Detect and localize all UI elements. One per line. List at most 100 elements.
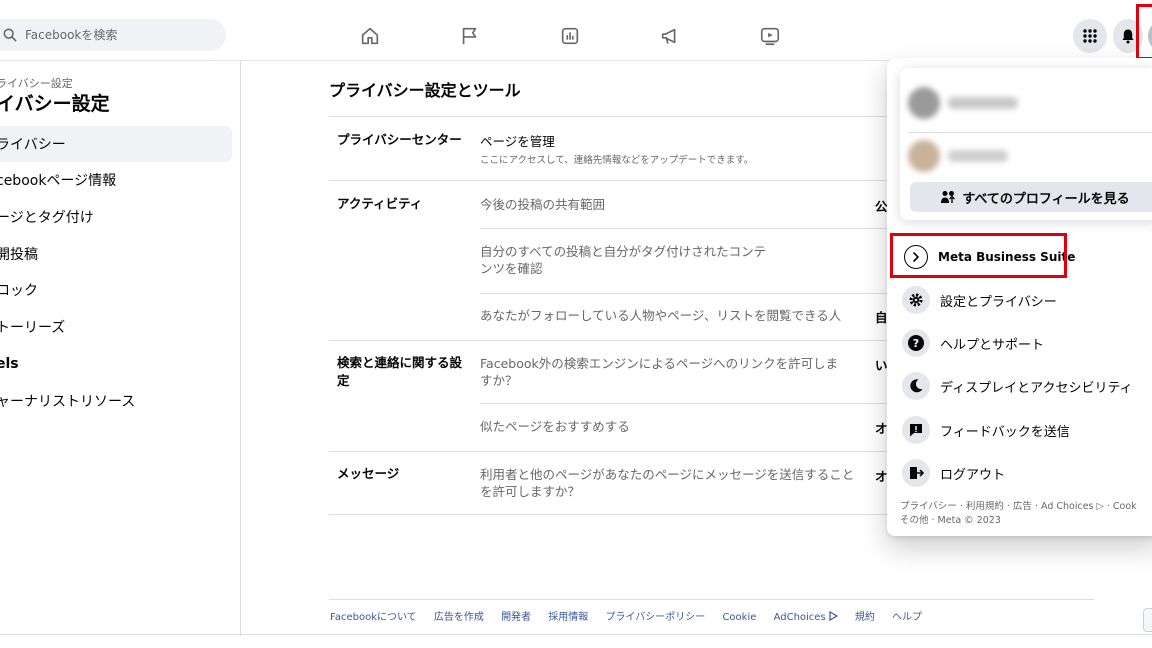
- sidebar-item-reels[interactable]: els: [0, 346, 232, 382]
- profile-name-blurred: [948, 97, 1018, 109]
- menu-grid-icon[interactable]: [1073, 19, 1107, 53]
- divider: [329, 599, 1094, 600]
- sidebar-item-label: トーリーズ: [0, 320, 66, 336]
- profile-switcher-card: すべてのプロフィールを見る: [900, 68, 1152, 220]
- divider: [480, 293, 889, 294]
- footer-link-privacy-policy[interactable]: プライバシーポリシー: [605, 612, 705, 623]
- see-all-profiles-button[interactable]: すべてのプロフィールを見る: [910, 182, 1152, 212]
- section-label-messages: メッセージ: [337, 466, 400, 481]
- sidebar-item-label: ライバシー: [0, 137, 66, 153]
- sidebar-item-label: ャーナリストリソース: [0, 394, 136, 410]
- footer-link-about[interactable]: Facebookについて: [330, 612, 417, 623]
- video-icon[interactable]: [758, 24, 782, 48]
- menu-item-send-feedback[interactable]: フィードバックを送信: [902, 412, 1152, 448]
- profile-avatar: [908, 140, 940, 172]
- megaphone-icon[interactable]: [658, 24, 682, 48]
- setting-row-suggest-pages[interactable]: 似たページをおすすめする: [480, 418, 860, 435]
- setting-row-following-visibility[interactable]: あなたがフォローしている人物やページ、リストを閲覧できる人: [480, 307, 860, 324]
- menu-item-logout[interactable]: ログアウト: [902, 455, 1152, 491]
- setting-value: 自: [875, 310, 888, 325]
- search-input[interactable]: [23, 27, 217, 43]
- sidebar-item-label: 開投稿: [0, 247, 38, 263]
- setting-row-allow-messages[interactable]: 利用者と他のページがあなたのページにメッセージを送信することを許可しますか？: [480, 466, 855, 500]
- dropdown-footer-copyright: その他 · Meta © 2023: [900, 515, 1001, 526]
- sidebar-item-label: els: [0, 356, 19, 372]
- meta-business-suite-highlight-box: [890, 233, 1067, 278]
- footer-link-help[interactable]: ヘルプ: [892, 612, 922, 623]
- sidebar-item-label: cebookページ情報: [0, 173, 117, 189]
- sidebar-title: イバシー設定: [0, 93, 110, 115]
- gear-icon: [902, 286, 930, 314]
- sidebar-item-label: ロック: [0, 283, 38, 299]
- profile-name-blurred: [948, 150, 1008, 162]
- dropdown-footer-links[interactable]: プライバシー · 利用規約 · 広告 · Ad Choices ▷ · Cook: [900, 500, 1137, 514]
- page-title: プライバシー設定とツール: [329, 81, 521, 100]
- sidebar-item-journalist-resources[interactable]: ャーナリストリソース: [0, 383, 232, 419]
- dropdown-footer: プライバシー · 利用規約 · 広告 · Ad Choices ▷ · Cook…: [900, 500, 1137, 528]
- setting-value: オ: [875, 421, 888, 436]
- question-icon: ?: [902, 329, 930, 357]
- divider: [480, 403, 889, 404]
- footer-link-adchoices-label: AdChoices: [773, 612, 826, 623]
- footer-links: Facebookについて 広告を作成 開発者 採用情報 プライバシーポリシー C…: [330, 608, 936, 623]
- insights-icon[interactable]: [558, 24, 582, 48]
- search-icon: [3, 28, 17, 42]
- bottom-border: [0, 634, 1152, 635]
- logout-icon: [902, 459, 930, 487]
- footer-link-create-ad[interactable]: 広告を作成: [434, 612, 484, 623]
- menu-item-display-accessibility[interactable]: ディスプレイとアクセシビリティ: [902, 368, 1152, 404]
- sidebar-item-page-tagging[interactable]: ージとタグ付け: [0, 199, 232, 235]
- setting-row-description: ここにアクセスして、連絡先情報などをアップデートできます。: [480, 155, 754, 166]
- footer-link-adchoices[interactable]: AdChoices: [773, 610, 838, 623]
- footer-link-careers[interactable]: 採用情報: [548, 612, 588, 623]
- sidebar-item-stories[interactable]: トーリーズ: [0, 309, 232, 345]
- section-label-search-contact: 検索と連絡に関する設定: [337, 355, 463, 388]
- footer-link-cookie[interactable]: Cookie: [722, 612, 756, 623]
- settings-sidebar: ライバシー設定 イバシー設定 ライバシー cebookページ情報 ージとタグ付け…: [0, 61, 241, 636]
- divider: [329, 514, 889, 515]
- account-dropdown-menu: すべてのプロフィールを見る Meta Business Suite 設定とプライ…: [887, 58, 1152, 536]
- see-all-profiles-label: すべてのプロフィールを見る: [962, 191, 1130, 207]
- setting-value: 公: [875, 199, 888, 214]
- menu-item-settings-privacy[interactable]: 設定とプライバシー: [902, 282, 1152, 318]
- setting-row-search-engine-link[interactable]: Facebook外の検索エンジンによるページへのリンクを許可しますか？: [480, 355, 850, 389]
- avatar-highlight-box: [1136, 4, 1152, 60]
- menu-item-label: フィードバックを送信: [940, 424, 1070, 440]
- search-box[interactable]: [0, 19, 226, 51]
- setting-value: オ: [875, 469, 888, 484]
- divider: [329, 451, 889, 452]
- corner-button[interactable]: [1143, 608, 1152, 632]
- section-label-privacy-center: プライバシーセンター: [337, 132, 462, 147]
- home-icon[interactable]: [358, 24, 382, 48]
- footer-link-developers[interactable]: 開発者: [501, 612, 531, 623]
- divider: [329, 116, 889, 117]
- menu-item-label: 設定とプライバシー: [940, 294, 1057, 310]
- setting-row-manage-page[interactable]: ページを管理: [480, 133, 860, 150]
- setting-row-future-posts[interactable]: 今後の投稿の共有範囲: [480, 196, 860, 213]
- menu-item-label: ヘルプとサポート: [940, 337, 1045, 353]
- profile-row[interactable]: [908, 85, 1152, 121]
- feedback-icon: [902, 416, 930, 444]
- sidebar-item-label: ージとタグ付け: [0, 210, 94, 226]
- divider: [329, 340, 889, 341]
- menu-item-help-support[interactable]: ? ヘルプとサポート: [902, 325, 1152, 361]
- setting-value: い: [875, 358, 888, 373]
- sidebar-item-page-info[interactable]: cebookページ情報: [0, 162, 232, 198]
- adchoices-icon: [829, 610, 838, 622]
- menu-item-label: ログアウト: [940, 467, 1006, 483]
- profile-avatar: [908, 87, 940, 119]
- flag-icon[interactable]: [458, 24, 482, 48]
- divider: [480, 228, 889, 229]
- sidebar-item-public-posts[interactable]: 開投稿: [0, 236, 232, 272]
- profiles-icon: [941, 191, 956, 203]
- svg-text:?: ?: [913, 337, 919, 350]
- moon-icon: [902, 372, 930, 400]
- divider: [908, 132, 1152, 133]
- setting-row-review-posts[interactable]: 自分のすべての投稿と自分がタグ付けされたコンテンツを確認: [480, 243, 770, 277]
- profile-row[interactable]: [908, 138, 1152, 174]
- menu-item-label: ディスプレイとアクセシビリティ: [940, 380, 1133, 396]
- footer-link-terms[interactable]: 規約: [855, 612, 875, 623]
- sidebar-item-privacy[interactable]: ライバシー: [0, 126, 232, 162]
- sidebar-item-blocking[interactable]: ロック: [0, 272, 232, 308]
- top-navigation-bar: [0, 10, 1152, 61]
